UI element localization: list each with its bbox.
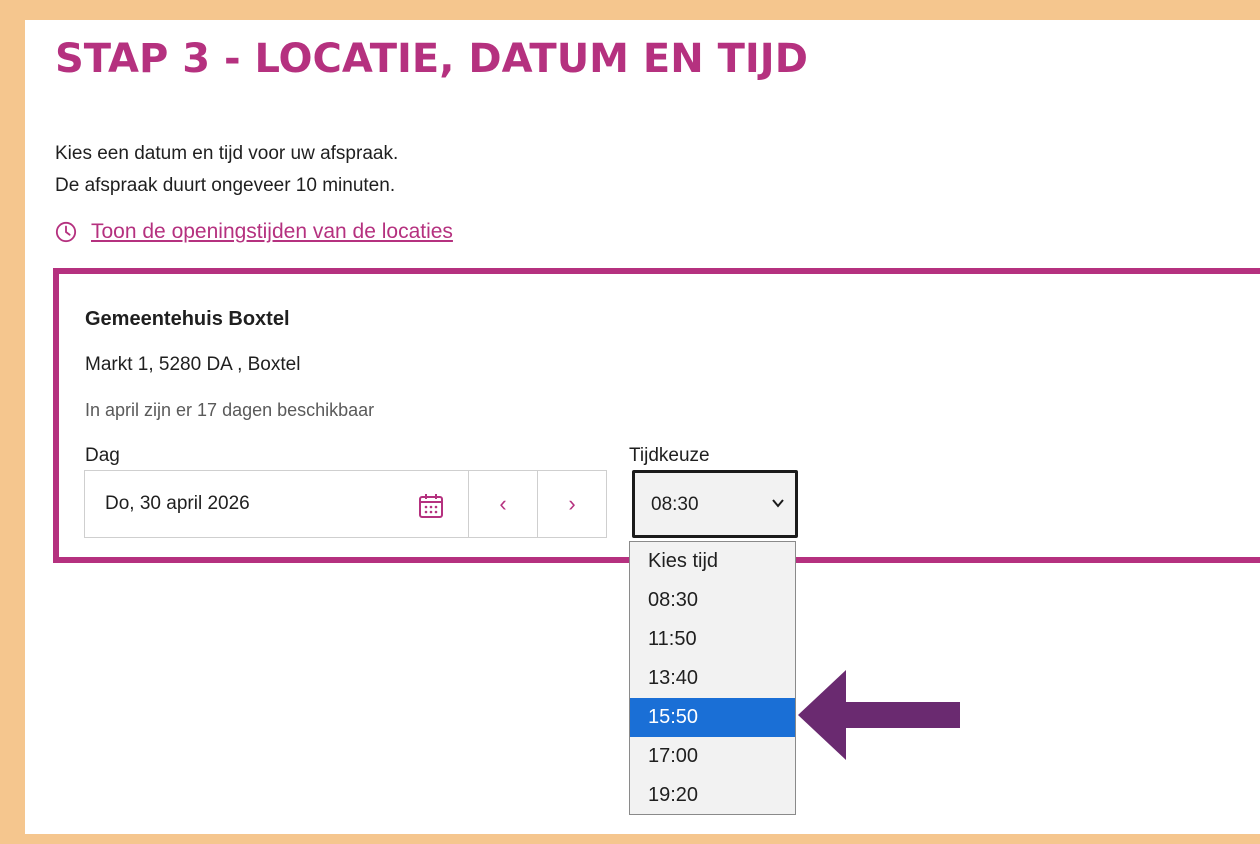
time-option[interactable]: 08:30 bbox=[630, 581, 795, 620]
day-label: Dag bbox=[85, 445, 120, 466]
chevron-right-icon: › bbox=[568, 491, 576, 516]
arrow-left-icon bbox=[798, 670, 960, 760]
time-option[interactable]: 17:00 bbox=[630, 737, 795, 776]
time-label: Tijdkeuze bbox=[629, 445, 710, 466]
time-option[interactable]: 13:40 bbox=[630, 659, 795, 698]
page-title: STAP 3 - LOCATIE, DATUM EN TIJD bbox=[55, 36, 808, 82]
intro-line-2: De afspraak duurt ongeveer 10 minuten. bbox=[55, 175, 396, 196]
location-address: Markt 1, 5280 DA , Boxtel bbox=[85, 354, 301, 375]
time-option-highlighted[interactable]: 15:50 bbox=[630, 698, 795, 737]
chevron-left-icon: ‹ bbox=[499, 491, 507, 516]
location-name: Gemeentehuis Boxtel bbox=[85, 308, 290, 330]
time-select[interactable]: 08:30 bbox=[632, 470, 798, 538]
intro-text: Kies een datum en tijd voor uw afspraak.… bbox=[55, 138, 398, 202]
calendar-icon[interactable] bbox=[417, 492, 445, 520]
location-card: Gemeentehuis Boxtel Markt 1, 5280 DA , B… bbox=[53, 268, 1260, 563]
time-options-list[interactable]: Kies tijd 08:30 11:50 13:40 15:50 17:00 … bbox=[629, 541, 796, 815]
intro-line-1: Kies een datum en tijd voor uw afspraak. bbox=[55, 143, 399, 164]
availability-text: In april zijn er 17 dagen beschikbaar bbox=[85, 400, 375, 420]
time-option[interactable]: 19:20 bbox=[630, 776, 795, 815]
date-value: Do, 30 april 2026 bbox=[105, 493, 250, 514]
time-option[interactable]: Kies tijd bbox=[630, 542, 795, 581]
time-option[interactable]: 11:50 bbox=[630, 620, 795, 659]
opening-hours-link[interactable]: Toon de openingstijden van de locaties bbox=[55, 220, 453, 244]
clock-icon bbox=[55, 221, 77, 243]
opening-hours-link-label[interactable]: Toon de openingstijden van de locaties bbox=[91, 220, 453, 244]
date-input[interactable]: Do, 30 april 2026 bbox=[84, 470, 469, 538]
previous-day-button[interactable]: ‹ bbox=[469, 470, 538, 538]
chevron-down-icon bbox=[772, 499, 784, 508]
time-select-value: 08:30 bbox=[651, 494, 699, 515]
next-day-button[interactable]: › bbox=[538, 470, 607, 538]
